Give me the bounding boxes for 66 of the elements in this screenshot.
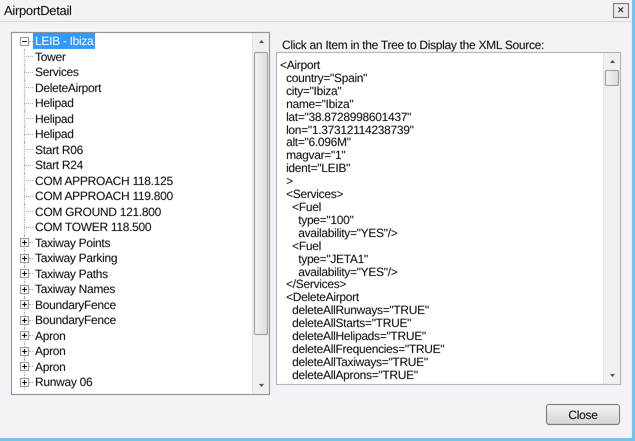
xml-line: </Services> bbox=[285, 278, 346, 292]
plus-box-icon[interactable] bbox=[20, 254, 29, 263]
tree-item[interactable]: Apron bbox=[33, 360, 68, 374]
tree-item[interactable]: Apron bbox=[33, 328, 68, 343]
tree-item[interactable]: BoundaryFence bbox=[33, 313, 118, 328]
plus-box-icon[interactable] bbox=[20, 331, 29, 340]
xml-line: <Fuel bbox=[291, 200, 321, 214]
xml-line: availability="YES"/> bbox=[297, 226, 398, 240]
xml-line: <DeleteAirport bbox=[285, 291, 359, 304]
tree-item[interactable]: COM APPROACH 118.125 bbox=[33, 174, 175, 188]
scroll-thumb[interactable] bbox=[605, 70, 619, 86]
tree-item[interactable]: Taxiway Paths bbox=[33, 266, 110, 281]
xml-line: city="Ibiza" bbox=[285, 84, 342, 98]
tree-item[interactable]: Start R06 bbox=[33, 142, 85, 157]
tree-item[interactable]: Helipad bbox=[33, 112, 76, 126]
xml-line: availability="YES"/> bbox=[297, 266, 398, 278]
plus-box-icon[interactable] bbox=[20, 362, 29, 372]
tree-scrollbar[interactable] bbox=[252, 33, 269, 394]
plus-box-icon[interactable] bbox=[20, 300, 29, 310]
xml-line: <Fuel bbox=[291, 240, 321, 253]
xml-line: type="JETA1" bbox=[297, 252, 368, 266]
plus-box-icon[interactable] bbox=[20, 284, 29, 294]
tree-item[interactable]: Helipad bbox=[33, 96, 76, 110]
tree-item[interactable]: Taxiway Names bbox=[33, 282, 118, 296]
tree-item[interactable]: DeleteAirport bbox=[33, 80, 104, 95]
tree-item[interactable]: BoundaryFence bbox=[33, 298, 118, 312]
xml-line: lat="38.8728998601437" bbox=[285, 110, 412, 124]
tree-item[interactable]: Tower bbox=[33, 50, 68, 64]
xml-line: deleteAllAprons="TRUE" bbox=[291, 368, 418, 382]
xml-line: ident="LEIB" bbox=[285, 162, 350, 176]
xml-line: country="Spain" bbox=[286, 72, 368, 85]
tree-item[interactable]: Services bbox=[33, 65, 81, 80]
xml-line: <Airport bbox=[280, 59, 320, 72]
tree-item[interactable]: COM TOWER 118.500 bbox=[33, 220, 154, 234]
minus-box-icon[interactable] bbox=[20, 36, 29, 46]
xml-line: > bbox=[285, 175, 293, 188]
xml-line: type="100" bbox=[297, 214, 354, 227]
tree-item[interactable]: Taxiway Points bbox=[33, 236, 112, 250]
plus-box-icon[interactable] bbox=[20, 238, 29, 248]
xml-line: deleteAllFrequencies="TRUE" bbox=[291, 342, 444, 356]
close-button[interactable]: ✕ bbox=[613, 3, 629, 18]
tree-item[interactable]: COM GROUND 121.800 bbox=[33, 204, 163, 219]
scroll-thumb[interactable] bbox=[254, 52, 268, 335]
xml-line: deleteAllStarts="TRUE" bbox=[291, 317, 412, 330]
plus-box-icon[interactable] bbox=[20, 269, 29, 278]
xml-line: lon="1.37312114238739" bbox=[285, 124, 414, 136]
tree-item[interactable]: Runway 06 bbox=[33, 375, 94, 390]
plus-box-icon[interactable] bbox=[20, 378, 29, 387]
plus-box-icon[interactable] bbox=[20, 316, 29, 325]
xml-line: deleteAllTaxiways="TRUE" bbox=[291, 356, 428, 369]
tree-item[interactable]: COM APPROACH 119.800 bbox=[33, 189, 175, 204]
tree-item[interactable]: Apron bbox=[33, 344, 68, 358]
xml-line: alt="6.096M" bbox=[285, 136, 351, 150]
xml-line: magvar="1" bbox=[285, 149, 346, 162]
xml-scrollbar[interactable] bbox=[603, 53, 620, 384]
xml-line: <Services> bbox=[285, 188, 344, 201]
close-dialog-button[interactable]: Close bbox=[546, 404, 620, 425]
xml-line: deleteAllHelipads="TRUE" bbox=[291, 330, 426, 343]
xml-panel-label: Click an Item in the Tree to Display the XML Source: bbox=[281, 37, 546, 52]
window-title: AirportDetail bbox=[4, 2, 72, 20]
xml-line: name="Ibiza" bbox=[285, 98, 354, 111]
tree-item[interactable]: Taxiway Parking bbox=[33, 251, 120, 266]
plus-box-icon[interactable] bbox=[20, 346, 29, 356]
tree-item[interactable]: Start R24 bbox=[33, 158, 85, 172]
xml-line: deleteAllRunways="TRUE" bbox=[292, 304, 429, 318]
tree-item[interactable]: Helipad bbox=[33, 127, 76, 142]
